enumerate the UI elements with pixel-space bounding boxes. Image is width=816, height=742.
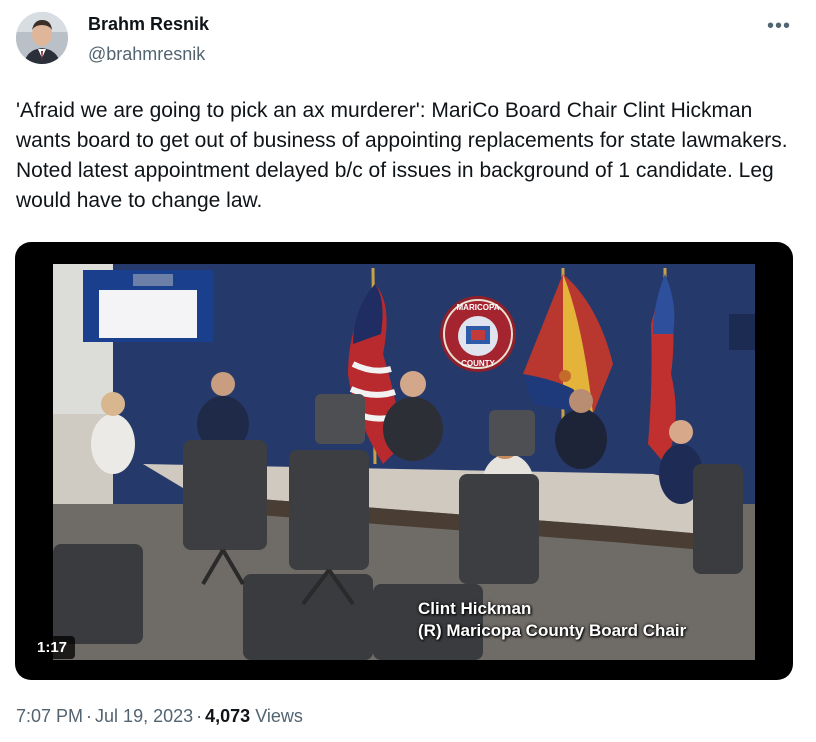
views-label: Views [255, 706, 303, 726]
caption-name: Clint Hickman [418, 599, 532, 618]
author-avatar[interactable] [16, 12, 68, 64]
caption-title: (R) Maricopa County Board Chair [418, 621, 687, 640]
video-player[interactable]: MARICOPA COUNTY Clint Hickman (R) Marico… [15, 242, 793, 680]
meta-separator: · [196, 706, 203, 726]
author-name[interactable]: Brahm Resnik [88, 14, 209, 35]
tweet-text: 'Afraid we are going to pick an ax murde… [16, 99, 788, 212]
tweet-date[interactable]: Jul 19, 2023 [95, 706, 193, 726]
video-duration-badge: 1:17 [29, 636, 76, 659]
views-count: 4,073 [205, 706, 251, 726]
video-caption: Clint Hickman (R) Maricopa County Board … [418, 598, 686, 642]
tweet-card: Brahm Resnik @brahmresnik ••• 'Afraid we… [0, 0, 816, 742]
more-horizontal-icon: ••• [766, 15, 791, 37]
meta-separator: · [86, 706, 93, 726]
more-options-button[interactable]: ••• [764, 14, 794, 38]
author-handle[interactable]: @brahmresnik [88, 44, 205, 65]
tweet-meta: 7:07 PM · Jul 19, 2023 · 4,073 Views [16, 706, 303, 727]
tweet-time[interactable]: 7:07 PM [16, 706, 83, 726]
seal-text-bottom: COUNTY [461, 359, 495, 368]
seal-text-top: MARICOPA [457, 303, 500, 312]
